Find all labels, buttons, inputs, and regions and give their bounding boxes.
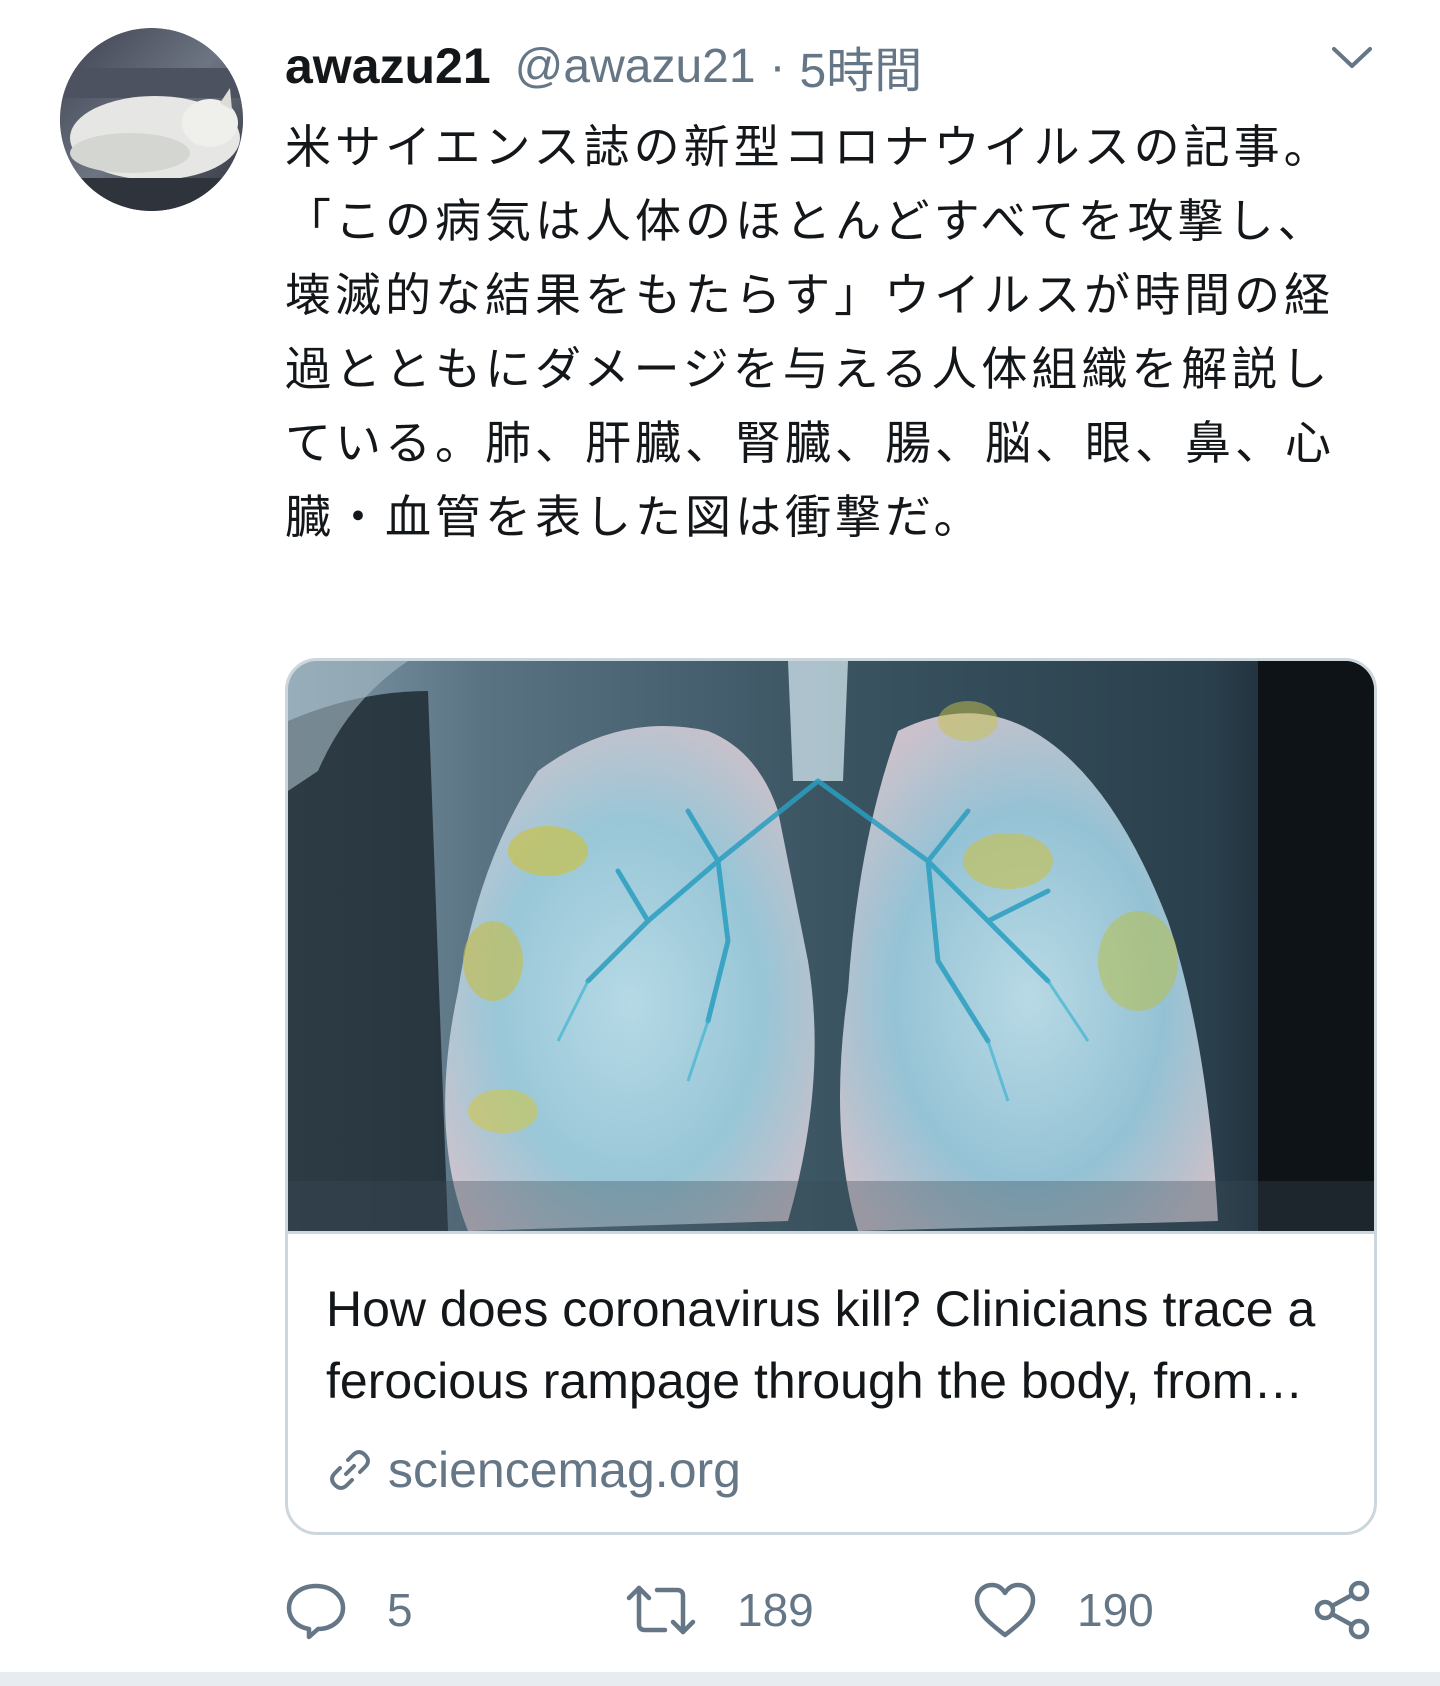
- retweet-button[interactable]: 189: [625, 1575, 814, 1645]
- tweet-actions: 5 189 190: [285, 1575, 1385, 1645]
- tweet-menu-button[interactable]: [1328, 38, 1376, 78]
- card-divider: [288, 1231, 1374, 1234]
- tweet[interactable]: awazu21 @awazu21 · 5時間 米サイエンス誌の新型コロナウイルス…: [0, 0, 1440, 1672]
- retweet-count: 189: [737, 1584, 814, 1636]
- chevron-down-icon: [1332, 47, 1372, 68]
- retweet-icon: [626, 1585, 696, 1635]
- like-count: 190: [1077, 1584, 1154, 1636]
- lungs-scan-image: [288, 661, 1374, 1231]
- cat-photo-icon: [60, 28, 243, 211]
- timestamp[interactable]: 5時間: [800, 31, 923, 101]
- reply-icon: [286, 1583, 346, 1640]
- avatar[interactable]: [60, 28, 243, 211]
- share-icon: [1314, 1580, 1370, 1640]
- card-title[interactable]: How does coronavirus kill? Clinicians tr…: [326, 1273, 1336, 1417]
- card-domain-text: sciencemag.org: [388, 1442, 741, 1498]
- display-name[interactable]: awazu21: [285, 37, 491, 95]
- card-domain[interactable]: sciencemag.org: [326, 1441, 741, 1499]
- link-icon: [326, 1446, 374, 1494]
- like-button[interactable]: 190: [973, 1575, 1154, 1645]
- reply-count: 5: [387, 1584, 413, 1636]
- card-image[interactable]: [288, 661, 1374, 1231]
- tweet-header: awazu21 @awazu21 · 5時間: [285, 36, 922, 98]
- tweet-text: 米サイエンス誌の新型コロナウイルスの記事。「この病気は人体のほとんどすべてを攻撃…: [285, 120, 1335, 544]
- share-button[interactable]: [1313, 1575, 1373, 1645]
- separator-dot: ·: [769, 39, 786, 93]
- reply-button[interactable]: 5: [285, 1575, 413, 1645]
- heart-icon: [974, 1582, 1036, 1638]
- username[interactable]: @awazu21: [515, 39, 756, 94]
- link-card[interactable]: How does coronavirus kill? Clinicians tr…: [285, 658, 1377, 1535]
- timeline-divider: [0, 1672, 1440, 1686]
